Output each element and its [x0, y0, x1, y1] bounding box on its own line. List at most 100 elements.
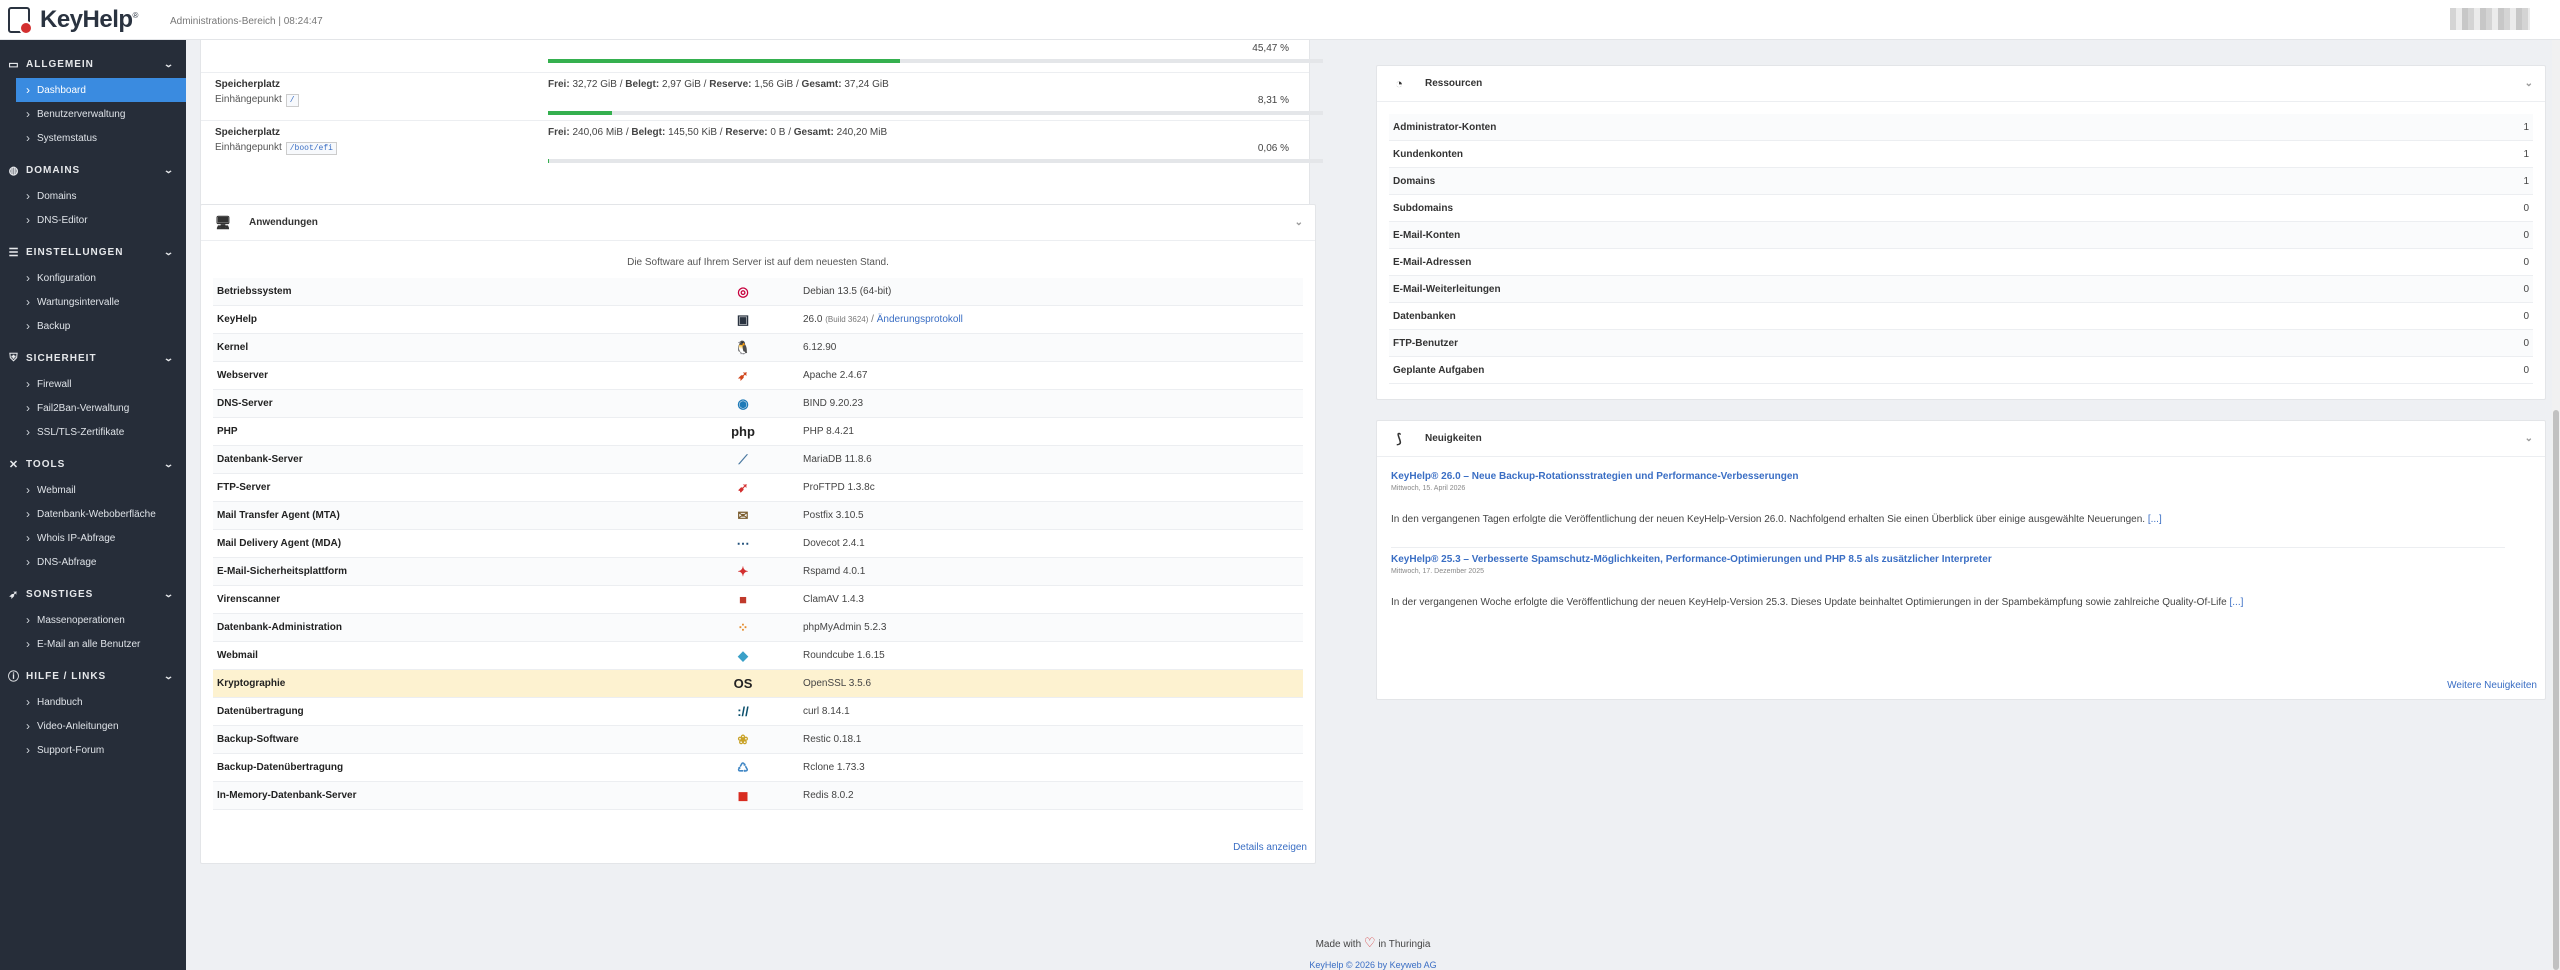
sidebar-item[interactable]: Domains [0, 184, 186, 208]
details-link[interactable]: Details anzeigen [1233, 842, 1307, 853]
sidebar-item[interactable]: Handbuch [0, 690, 186, 714]
application-version: BIND 9.20.23 [803, 398, 864, 409]
sidebar-item[interactable]: Systemstatus [0, 126, 186, 150]
sidebar-item-label: Backup [37, 320, 71, 332]
application-version: Dovecot 2.4.1 [803, 538, 865, 549]
shield-icon: ⛨ [9, 351, 19, 364]
chevron-down-icon[interactable]: ⌄ [2525, 433, 2533, 444]
news-item: KeyHelp® 25.3 – Verbesserte Spamschutz-M… [1377, 554, 2545, 608]
application-name: Betriebssystem [217, 286, 292, 297]
sidebar-item-label: E-Mail an alle Benutzer [37, 638, 141, 650]
storage-bar-efi [548, 159, 1323, 163]
sidebar-item[interactable]: Webmail [0, 478, 186, 502]
applications-header[interactable]: 🖥 Anwendungen ⌄ [201, 205, 1315, 241]
applications-table: Betriebssystem ◎ Debian 13.5 (64-bit) KeyHe… [201, 278, 1315, 810]
sidebar-section-header[interactable]: ◍ DOMAINS ⌄ [0, 156, 186, 184]
application-name: Backup-Datenübertragung [217, 762, 344, 773]
sidebar-item-label: DNS-Editor [37, 214, 88, 226]
clamav-icon: ■ [739, 592, 747, 607]
sidebar-section-header[interactable]: ▭ ALLGEMEIN ⌄ [0, 50, 186, 78]
resources-card: ◔ Ressourcen ⌄ Administrator-Konten 1 Kund… [1376, 65, 2546, 400]
sidebar-section-header[interactable]: ➶ SONSTIGES ⌄ [0, 580, 186, 608]
read-more-link[interactable]: [...] [2229, 597, 2243, 608]
sidebar-item[interactable]: Massenoperationen [0, 608, 186, 632]
debian-icon: ◎ [737, 283, 749, 299]
application-name: DNS-Server [217, 398, 273, 409]
sidebar-item[interactable]: Konfiguration [0, 266, 186, 290]
sidebar-section-header[interactable]: ✕ TOOLS ⌄ [0, 450, 186, 478]
sidebar-section-label: SICHERHEIT [26, 352, 97, 364]
user-avatar[interactable] [2450, 8, 2530, 30]
divider [201, 72, 1309, 73]
application-row: Backup-Software ❀ Restic 0.18.1 [213, 726, 1303, 754]
sidebar-section-header[interactable]: ⛨ SICHERHEIT ⌄ [0, 344, 186, 372]
sidebar-item-label: Datenbank-Weboberfläche [37, 508, 156, 520]
sidebar-item[interactable]: Backup [0, 314, 186, 338]
chevron-down-icon: ⌄ [163, 58, 176, 69]
keyhelp-logo[interactable]: KeyHelp® [8, 6, 138, 35]
storage-card: 45,47 % Speicherplatz Einhängepunkt / Fre… [200, 40, 1323, 224]
sidebar-item[interactable]: Benutzerverwaltung [0, 102, 186, 126]
application-row: E-Mail-Sicherheitsplattform ✦ Rspamd 4.0.1 [213, 558, 1303, 586]
chevron-down-icon: ⌄ [163, 164, 176, 175]
sidebar-item[interactable]: E-Mail an alle Benutzer [0, 632, 186, 656]
application-version: Rspamd 4.0.1 [803, 566, 866, 577]
resource-row: Administrator-Konten 1 [1389, 114, 2533, 141]
chevron-down-icon[interactable]: ⌄ [1295, 217, 1303, 228]
restic-icon: ❀ [737, 731, 749, 747]
sidebar-item[interactable]: Dashboard [16, 78, 186, 102]
monitor-icon: 🖥 [214, 214, 232, 230]
news-item-text: In der vergangenen Woche erfolgte die Ve… [1391, 597, 2244, 608]
sidebar-section-header[interactable]: ☰ EINSTELLUNGEN ⌄ [0, 238, 186, 266]
sidebar-section-header[interactable]: ⓘ HILFE / LINKS ⌄ [0, 662, 186, 690]
rss-icon: ⟆ [1396, 430, 1402, 446]
sidebar-section: ⛨ SICHERHEIT ⌄ Firewall Fail2Ban-Verwaltung S… [0, 344, 186, 444]
resource-row: E-Mail-Konten 0 [1389, 222, 2533, 249]
sidebar-item[interactable]: Fail2Ban-Verwaltung [0, 396, 186, 420]
application-name: PHP [217, 426, 238, 437]
footer-copyright[interactable]: KeyHelp © 2026 by Keyweb AG [186, 960, 2560, 970]
resource-count: 0 [2523, 256, 2529, 268]
page-scrollbar[interactable] [2552, 40, 2560, 970]
resource-count: 0 [2523, 283, 2529, 295]
resource-count: 1 [2523, 121, 2529, 133]
read-more-link[interactable]: [...] [2148, 514, 2162, 525]
sidebar-section: ☰ EINSTELLUNGEN ⌄ Konfiguration Wartungsinte… [0, 238, 186, 338]
news-header[interactable]: ⟆ Neuigkeiten ⌄ [1377, 421, 2545, 457]
sidebar-section-label: HILFE / LINKS [26, 670, 107, 682]
storage-stats-root: Frei: 32,72 GiB / Belegt: 2,97 GiB / Res… [548, 79, 889, 90]
sidebar-item[interactable]: Support-Forum [0, 738, 186, 762]
sidebar-item-label: Wartungsintervalle [37, 296, 120, 308]
top-bar: KeyHelp® Administrations-Bereich | 08:24… [0, 0, 2560, 40]
chevron-down-icon[interactable]: ⌄ [2525, 78, 2533, 89]
application-row: PHP php PHP 8.4.21 [213, 418, 1303, 446]
sidebar-item[interactable]: Datenbank-Weboberfläche [0, 502, 186, 526]
sidebar-section: ➶ SONSTIGES ⌄ Massenoperationen E-Mail an al… [0, 580, 186, 656]
scrollbar-thumb[interactable] [2553, 410, 2559, 970]
sidebar-item[interactable]: Whois IP-Abfrage [0, 526, 186, 550]
application-version: OpenSSL 3.5.6 [803, 678, 872, 689]
mariadb-icon: ⟋ [738, 451, 748, 467]
sidebar-item[interactable]: SSL/TLS-Zertifikate [0, 420, 186, 444]
sidebar-item[interactable]: Wartungsintervalle [0, 290, 186, 314]
rspamd-icon: ✦ [737, 563, 749, 579]
sidebar-item[interactable]: Firewall [0, 372, 186, 396]
application-name: Kernel [217, 342, 249, 353]
sidebar: ▭ ALLGEMEIN ⌄ Dashboard Benutzerverwaltung Sy… [0, 40, 186, 970]
dovecot-icon: ⋯ [736, 535, 750, 551]
sidebar-item[interactable]: DNS-Editor [0, 208, 186, 232]
news-title: Neuigkeiten [1425, 433, 1482, 444]
news-item-title[interactable]: KeyHelp® 25.3 – Verbesserte Spamschutz-M… [1391, 554, 2531, 565]
sidebar-item[interactable]: Video-Anleitungen [0, 714, 186, 738]
phpmyadmin-icon: ⁘ [737, 619, 749, 635]
news-item-title[interactable]: KeyHelp® 26.0 – Neue Backup-Rotationsstr… [1391, 471, 2531, 482]
apache-icon: ➶ [737, 367, 749, 383]
resources-header[interactable]: ◔ Ressourcen ⌄ [1377, 66, 2545, 102]
more-news-link[interactable]: Weitere Neuigkeiten [2447, 680, 2537, 691]
changelog-link[interactable]: Änderungsprotokoll [877, 314, 963, 325]
sidebar-item[interactable]: DNS-Abfrage [0, 550, 186, 574]
chevron-down-icon: ⌄ [163, 670, 176, 681]
keyhelp-icon: ▣ [736, 311, 750, 327]
sidebar-section-label: EINSTELLUNGEN [26, 246, 124, 258]
application-name: Mail Transfer Agent (MTA) [217, 510, 340, 521]
